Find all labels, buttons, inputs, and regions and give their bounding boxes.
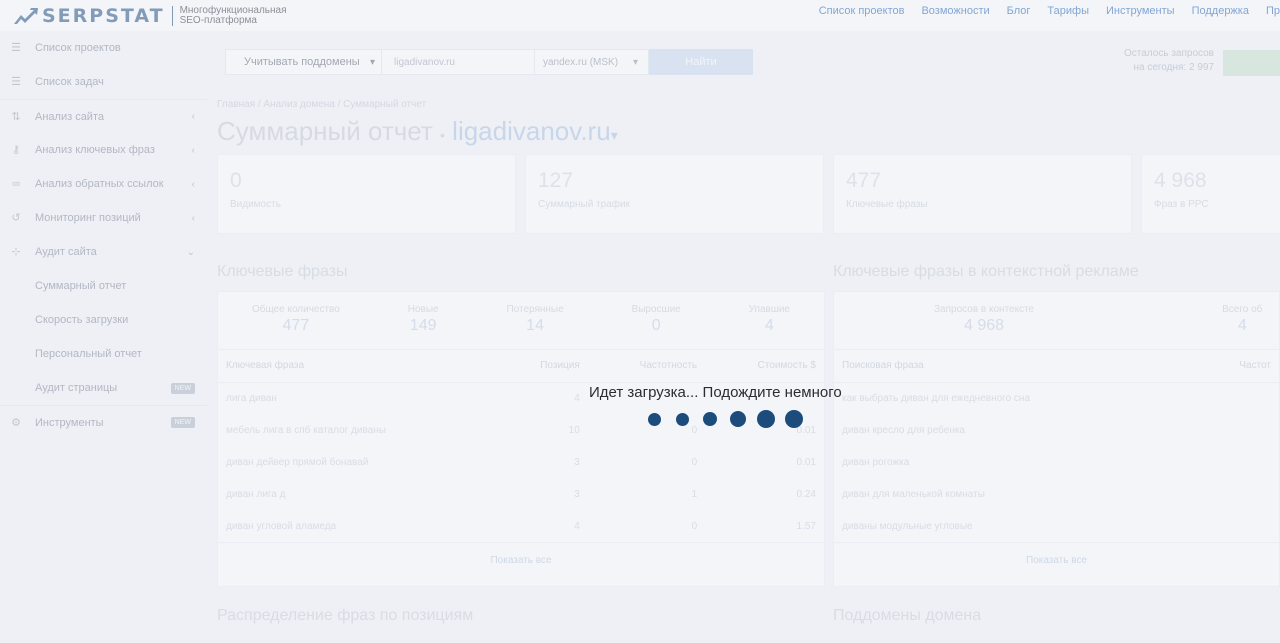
loading-overlay (0, 0, 1280, 643)
loading-dots (646, 409, 806, 431)
loading-dot (703, 412, 717, 426)
loading-text: Идет загрузка... Подождите немного (589, 384, 842, 401)
loading-dot (785, 410, 803, 428)
loading-dot (730, 411, 746, 427)
loading-dot (676, 413, 689, 426)
loading-dot (757, 410, 775, 428)
loading-dot (648, 413, 661, 426)
